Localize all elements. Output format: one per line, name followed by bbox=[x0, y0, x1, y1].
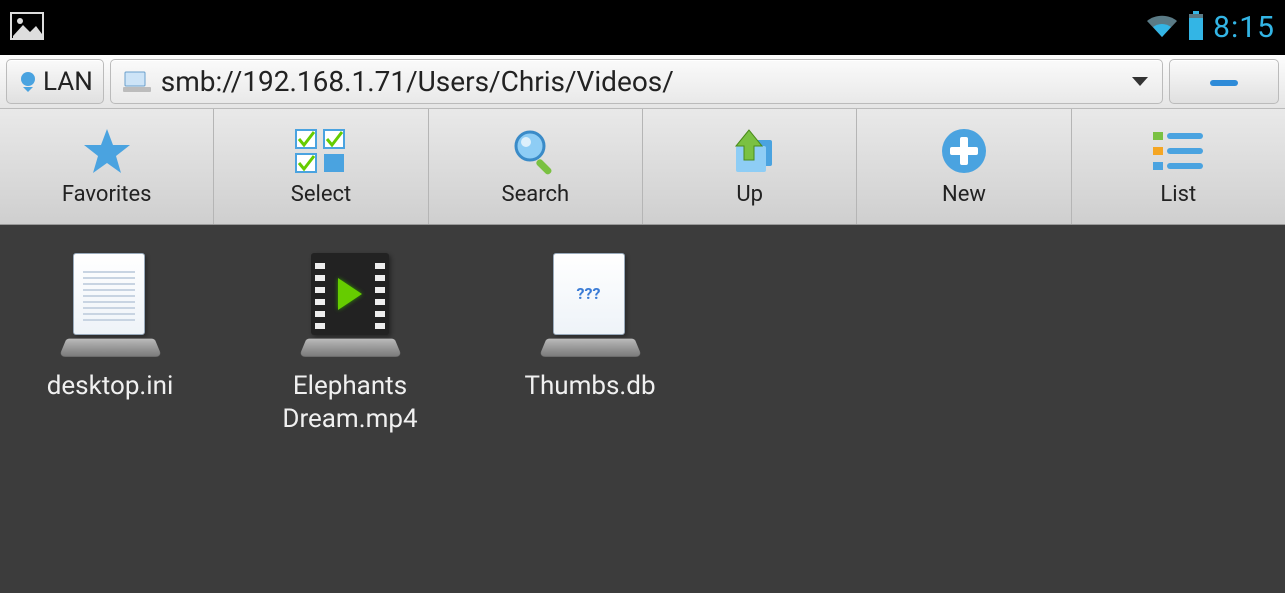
new-button[interactable]: New bbox=[857, 109, 1071, 224]
list-button[interactable]: List bbox=[1072, 109, 1285, 224]
file-name-label: desktop.ini bbox=[47, 370, 174, 403]
favorites-button[interactable]: Favorites bbox=[0, 109, 214, 224]
file-item[interactable]: desktop.ini bbox=[20, 250, 200, 403]
toolbar-label: List bbox=[1160, 182, 1196, 207]
android-status-bar: 8:15 bbox=[0, 0, 1285, 55]
file-name-label: Elephants Dream.mp4 bbox=[260, 370, 440, 435]
minimize-icon bbox=[1204, 72, 1244, 92]
globe-dropdown-icon bbox=[17, 71, 39, 93]
file-name-label: Thumbs.db bbox=[524, 370, 655, 403]
toolbar-label: Search bbox=[502, 182, 570, 207]
file-item[interactable]: Elephants Dream.mp4 bbox=[260, 250, 440, 435]
chevron-down-icon[interactable] bbox=[1130, 75, 1150, 89]
up-button[interactable]: Up bbox=[643, 109, 857, 224]
unknown-badge: ??? bbox=[553, 253, 625, 335]
gallery-indicator-icon bbox=[10, 12, 44, 44]
toolbar-label: Select bbox=[291, 182, 351, 207]
up-arrow-icon bbox=[722, 126, 778, 176]
select-button[interactable]: Select bbox=[214, 109, 428, 224]
minimize-window-button[interactable] bbox=[1169, 59, 1279, 104]
toolbar: Favorites Select Search bbox=[0, 109, 1285, 225]
address-path-text: smb://192.168.1.71/Users/Chris/Videos/ bbox=[161, 65, 1120, 98]
toolbar-label: Up bbox=[736, 182, 763, 207]
toolbar-label: New bbox=[942, 182, 986, 207]
list-view-icon bbox=[1151, 126, 1205, 176]
status-clock: 8:15 bbox=[1213, 10, 1275, 45]
star-icon bbox=[82, 126, 132, 176]
select-grid-icon bbox=[294, 126, 348, 176]
address-field[interactable]: smb://192.168.1.71/Users/Chris/Videos/ bbox=[110, 59, 1163, 104]
address-bar: LAN smb://192.168.1.71/Users/Chris/Video… bbox=[0, 55, 1285, 109]
battery-icon bbox=[1187, 11, 1205, 45]
computer-icon bbox=[123, 70, 151, 94]
video-file-icon bbox=[295, 250, 405, 360]
lan-dropdown-button[interactable]: LAN bbox=[6, 59, 104, 104]
document-file-icon bbox=[55, 250, 165, 360]
search-icon bbox=[510, 126, 560, 176]
search-button[interactable]: Search bbox=[429, 109, 643, 224]
unknown-file-icon: ??? bbox=[535, 250, 645, 360]
file-item[interactable]: ??? Thumbs.db bbox=[500, 250, 680, 403]
wifi-icon bbox=[1145, 12, 1179, 44]
lan-label: LAN bbox=[43, 67, 93, 97]
toolbar-label: Favorites bbox=[62, 182, 152, 207]
plus-circle-icon bbox=[940, 126, 988, 176]
file-grid: desktop.ini Elephants Dream.mp4 ??? Thum… bbox=[0, 225, 1285, 593]
